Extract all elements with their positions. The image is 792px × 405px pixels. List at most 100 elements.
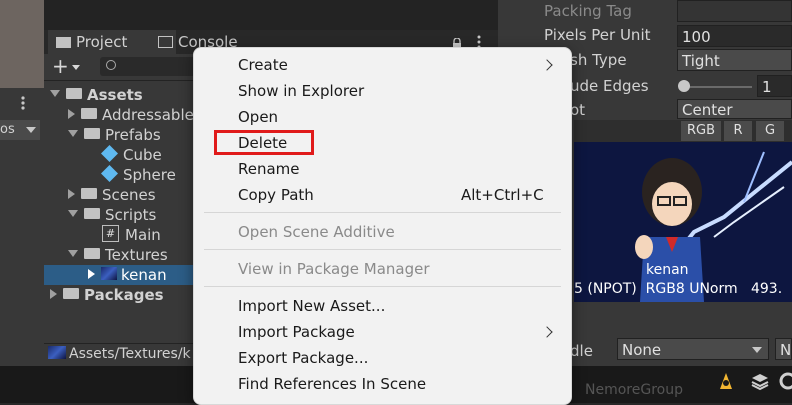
tree-item-cube[interactable]: Cube <box>101 145 162 165</box>
collapse-arrow-icon <box>88 268 95 279</box>
prefab-cube-icon <box>101 145 118 162</box>
prefab-cube-icon <box>101 165 118 182</box>
packing-tag-label: Packing Tag <box>544 2 632 20</box>
handle-dropdown-value: None <box>622 341 662 359</box>
channel-g-button[interactable]: G <box>756 121 784 141</box>
expand-arrow-icon <box>68 250 78 257</box>
search-icon <box>106 60 116 70</box>
tree-label: Cube <box>123 146 162 164</box>
menu-item-show-in-explorer[interactable]: Show in Explorer <box>238 78 364 104</box>
packing-tag-field[interactable] <box>677 0 792 22</box>
left-dropdown[interactable]: os <box>0 120 40 140</box>
menu-item-open-scene-additive: Open Scene Additive <box>238 223 395 241</box>
menu-item-export-package[interactable]: Export Package... <box>238 345 368 371</box>
copy-path-shortcut: Alt+Ctrl+C <box>461 186 544 204</box>
pivot-label: ot <box>570 101 586 119</box>
tree-label: Textures <box>105 246 168 264</box>
tree-item-textures[interactable]: Textures <box>68 245 168 265</box>
texture-thumbnail-icon <box>48 345 66 359</box>
console-icon <box>158 36 173 48</box>
menu-item-open[interactable]: Open <box>238 104 278 130</box>
tree-item-kenan[interactable]: kenan <box>88 265 167 285</box>
tree-label: Assets <box>87 86 143 104</box>
pixels-per-unit-label: Pixels Per Unit <box>544 26 651 44</box>
tab-project-label: Project <box>76 33 128 51</box>
handle-dropdown[interactable]: None <box>617 338 769 360</box>
tree-label: Addressable <box>102 106 194 124</box>
extrude-slider-handle[interactable] <box>678 80 690 92</box>
submenu-arrow-icon <box>541 59 553 71</box>
tree-label: Prefabs <box>105 126 161 144</box>
left-dropdown-label: os <box>0 122 15 137</box>
menu-item-find-references[interactable]: Find References In Scene <box>238 371 426 397</box>
menu-item-create[interactable]: Create <box>238 52 288 78</box>
tree-item-assets[interactable]: Assets <box>50 85 143 105</box>
texture-preview <box>574 142 792 302</box>
csharp-script-icon: # <box>102 225 119 242</box>
add-label: + <box>52 54 69 78</box>
collapse-arrow-icon <box>68 188 75 199</box>
scene-thumbnail <box>0 0 44 88</box>
collapse-arrow-icon <box>68 108 75 119</box>
menu-separator <box>204 286 561 287</box>
extrude-value-field[interactable]: 1 <box>757 75 792 97</box>
chevron-down-icon <box>26 127 36 133</box>
channel-rgb-button[interactable]: RGB <box>681 121 721 141</box>
tree-label: Sphere <box>123 166 176 184</box>
folder-icon <box>84 128 100 139</box>
debug-icon[interactable] <box>716 371 736 391</box>
context-menu: Create Show in Explorer Open Delete Rena… <box>193 47 572 405</box>
menu-item-import-new-asset[interactable]: Import New Asset... <box>238 293 385 319</box>
tree-item-sphere[interactable]: Sphere <box>101 165 176 185</box>
extrude-slider-track[interactable] <box>682 86 752 88</box>
menu-item-view-in-package-manager: View in Package Manager <box>238 260 430 278</box>
watermark-text: NemoreGroup <box>585 382 683 398</box>
texture-thumbnail-icon <box>101 267 117 280</box>
folder-icon <box>84 248 100 259</box>
handle-label: dle <box>570 342 593 360</box>
handle-dropdown-2[interactable]: N <box>775 338 792 360</box>
tree-item-packages[interactable]: Packages <box>50 285 164 305</box>
menu-item-rename[interactable]: Rename <box>238 156 300 182</box>
layers-icon[interactable] <box>750 371 770 391</box>
folder-icon <box>81 188 97 199</box>
submenu-arrow-icon <box>541 326 553 338</box>
tree-item-main[interactable]: # Main <box>102 225 161 245</box>
folder-icon <box>84 208 100 219</box>
folder-icon <box>66 88 82 99</box>
tree-label: Scripts <box>105 206 157 224</box>
mesh-type-dropdown[interactable]: Tight <box>677 49 792 71</box>
chevron-down-icon <box>72 65 80 70</box>
tree-item-scripts[interactable]: Scripts <box>68 205 156 225</box>
collapse-arrow-icon <box>50 288 57 299</box>
scene-view-area <box>44 0 498 30</box>
pivot-dropdown[interactable]: Center <box>677 99 792 119</box>
tree-label: Scenes <box>102 186 156 204</box>
lock-icon[interactable] <box>452 35 462 49</box>
path-text: Assets/Textures/k <box>69 346 191 362</box>
add-button[interactable]: + <box>52 56 92 78</box>
menu-item-copy-path[interactable]: Copy Path <box>238 182 314 208</box>
menu-separator <box>204 212 561 213</box>
left-kebab-icon[interactable] <box>20 95 26 111</box>
chevron-down-icon <box>752 347 762 353</box>
channel-r-button[interactable]: R <box>724 121 752 141</box>
folder-icon <box>63 288 79 299</box>
path-bar-content: Assets/Textures/k <box>48 344 191 364</box>
tree-item-addressables[interactable]: Addressable <box>68 105 194 125</box>
pixels-per-unit-field[interactable]: 100 <box>677 25 792 47</box>
mesh-type-label: sh Type <box>570 51 627 69</box>
expand-arrow-icon <box>50 90 60 97</box>
menu-separator <box>204 249 561 250</box>
highlight-box <box>214 130 314 155</box>
menu-item-import-package[interactable]: Import Package <box>238 319 355 345</box>
folder-icon <box>56 37 71 48</box>
expand-arrow-icon <box>68 130 78 137</box>
preview-info: 5 (NPOT) RGB8 UNorm 493. <box>574 281 783 297</box>
tree-label: kenan <box>121 266 167 284</box>
tree-item-scenes[interactable]: Scenes <box>68 185 156 205</box>
settings-icon[interactable] <box>778 371 792 391</box>
tree-item-prefabs[interactable]: Prefabs <box>68 125 161 145</box>
extrude-edges-label: ude Edges <box>570 77 649 95</box>
preview-name: kenan <box>646 262 689 278</box>
